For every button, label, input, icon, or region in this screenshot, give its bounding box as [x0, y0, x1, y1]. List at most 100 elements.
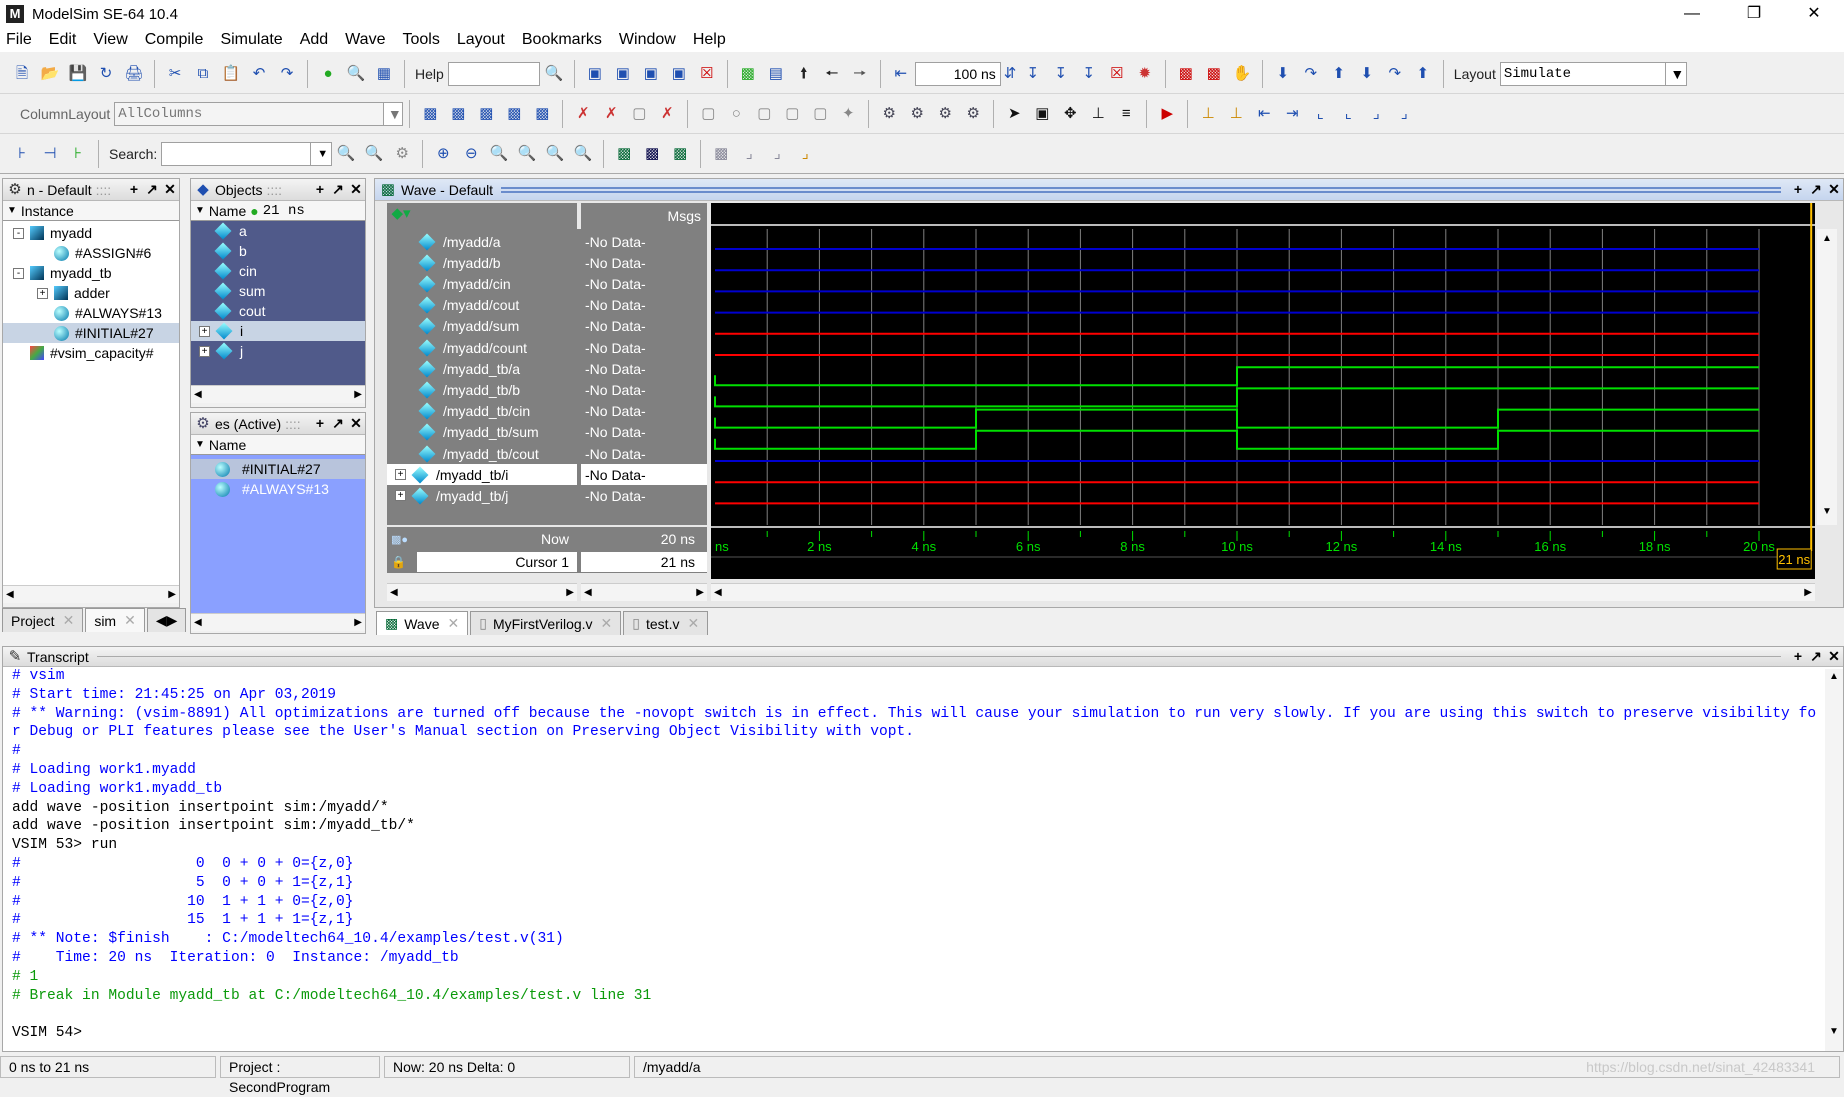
close-panel-icon[interactable]: ✕ — [161, 181, 179, 198]
expand-time-icon[interactable]: ⊦ — [67, 143, 89, 165]
object-item[interactable]: a — [191, 221, 365, 241]
objects-column-header[interactable]: ▼ Name ● 21 ns — [191, 201, 365, 221]
search-dropdown-icon[interactable]: ▼ — [310, 141, 333, 166]
tab-sim[interactable]: sim ✕ — [85, 608, 145, 632]
step-over-cycle-icon[interactable]: ↷ — [1384, 63, 1406, 85]
object-item[interactable]: cout — [191, 301, 365, 321]
tree-item[interactable]: #vsim_capacity# — [3, 343, 179, 363]
hand-icon[interactable]: ✋ — [1231, 63, 1253, 85]
step-over-icon[interactable]: ↷ — [1300, 63, 1322, 85]
copy-icon[interactable]: ⧉ — [192, 63, 214, 85]
prev-edge-icon[interactable]: ⇤ — [1253, 103, 1275, 125]
cursor-label[interactable]: Cursor 1 — [417, 552, 577, 572]
input-filter-icon[interactable]: ▢ — [697, 103, 719, 125]
cut-icon[interactable]: ✂ — [164, 63, 186, 85]
undock-icon[interactable]: ↗ — [1807, 181, 1825, 198]
menu-view[interactable]: View — [93, 31, 127, 49]
next-edge-icon[interactable]: ⇥ — [1281, 103, 1303, 125]
save-icon[interactable]: 💾 — [67, 63, 89, 85]
simulate-icon[interactable]: ▣ — [668, 63, 690, 85]
menu-window[interactable]: Window — [619, 31, 676, 49]
tab-scroll-buttons[interactable]: ◀▶ — [146, 608, 187, 632]
next-falling-icon[interactable]: ⌞ — [1337, 103, 1359, 125]
undo-icon[interactable]: ↶ — [248, 63, 270, 85]
help-input[interactable] — [447, 61, 540, 86]
performance-icon[interactable]: ▩ — [1175, 63, 1197, 85]
expand-icon[interactable]: + — [199, 345, 210, 357]
expand-icon[interactable]: + — [199, 325, 210, 337]
forward-icon[interactable]: 🠖 — [849, 63, 871, 85]
expand-icon[interactable]: + — [395, 490, 406, 502]
tree-item[interactable]: + adder — [3, 283, 179, 303]
tab-test-v[interactable]: ▯ test.v ✕ — [623, 611, 709, 635]
zoom-area-icon[interactable]: 🔍 — [572, 143, 594, 165]
transcript-vscrollbar[interactable]: ▲ ▼ — [1825, 669, 1843, 1051]
close-tab-icon[interactable]: ✕ — [601, 615, 613, 632]
close-tab-icon[interactable]: ✕ — [63, 612, 75, 629]
stretch-icon[interactable]: ≡ — [1115, 103, 1137, 125]
zoom-range-icon[interactable]: 🔍 — [544, 143, 566, 165]
continue-run-icon[interactable]: ↧ — [1050, 63, 1072, 85]
add-icon[interactable]: ● — [317, 63, 339, 85]
cursor-lock-icon[interactable]: 🔒 — [387, 555, 417, 569]
next-rising-icon[interactable]: ⌟ — [1393, 103, 1415, 125]
dock-icon[interactable]: + — [311, 415, 329, 432]
compile-all-icon[interactable]: ▣ — [612, 63, 634, 85]
process-item[interactable]: #ALWAYS#13 — [191, 479, 365, 499]
restore-button[interactable]: ❐ — [1726, 0, 1782, 28]
object-item[interactable]: b — [191, 241, 365, 261]
add-list-icon[interactable]: ▩ — [447, 103, 469, 125]
fall-icon[interactable]: ⌟ — [766, 143, 788, 165]
edge-icon[interactable]: ⌟ — [794, 143, 816, 165]
break-run-icon[interactable]: ☒ — [1106, 63, 1128, 85]
menu-layout[interactable]: Layout — [457, 31, 505, 49]
wave-signal-row[interactable]: /myadd/count -No Data- — [387, 337, 707, 358]
step-env-icon[interactable]: ▩ — [737, 63, 759, 85]
search-input[interactable] — [161, 141, 312, 166]
waveform-canvas[interactable]: ns 2 ns 4 ns 6 ns 8 ns 10 ns 12 ns 14 ns 16 ns 18… — [711, 203, 1815, 579]
menu-add[interactable]: Add — [300, 31, 328, 49]
search-all-icon[interactable]: 🔍 — [363, 143, 385, 165]
redo-icon[interactable]: ↷ — [276, 63, 298, 85]
close-panel-icon[interactable]: ✕ — [347, 415, 365, 432]
close-panel-icon[interactable]: ✕ — [347, 181, 365, 198]
dock-icon[interactable]: + — [1789, 181, 1807, 198]
rise-icon[interactable]: ⌟ — [738, 143, 760, 165]
wave-signal-row[interactable]: /myadd/cout -No Data- — [387, 295, 707, 316]
menu-help[interactable]: Help — [693, 31, 726, 49]
processes-hscrollbar[interactable]: ◀ ▶ — [191, 613, 365, 631]
delete-cursor-icon[interactable]: ⊥ — [1225, 103, 1247, 125]
close-tab-icon[interactable]: ✕ — [124, 612, 136, 629]
hierarchy-icon[interactable]: ▦ — [373, 63, 395, 85]
search-next-icon[interactable]: 🔍 — [335, 143, 357, 165]
objects-hscrollbar[interactable]: ◀ ▶ — [191, 385, 365, 403]
undock-icon[interactable]: ↗ — [143, 181, 161, 198]
gear-icon[interactable]: ⚙ — [962, 103, 984, 125]
step-into-cycle-icon[interactable]: ⬇ — [1356, 63, 1378, 85]
menu-compile[interactable]: Compile — [145, 31, 204, 49]
collapse-icon[interactable]: ⊣ — [39, 143, 61, 165]
edit-mode-icon[interactable]: ⊥ — [1087, 103, 1109, 125]
collapse-icon[interactable]: - — [13, 227, 24, 239]
wave-signal-row[interactable]: /myadd/a -No Data- — [387, 231, 707, 252]
back-icon[interactable]: 🠔 — [821, 63, 843, 85]
menu-wave[interactable]: Wave — [345, 31, 385, 49]
gear-icon[interactable]: ⚙ — [906, 103, 928, 125]
run-length-input[interactable]: 100 ns — [914, 61, 1001, 86]
dock-icon[interactable]: + — [125, 181, 143, 198]
layout-select[interactable]: Simulate — [1499, 61, 1666, 86]
wand-icon[interactable]: ✦ — [837, 103, 859, 125]
inout-filter-icon[interactable]: ▢ — [753, 103, 775, 125]
output-filter-icon[interactable]: ○ — [725, 103, 747, 125]
run-icon[interactable]: ↧ — [1022, 63, 1044, 85]
expand-icon[interactable]: + — [395, 469, 406, 481]
show-wave-icon[interactable]: ▩ — [613, 143, 635, 165]
close-panel-icon[interactable]: ✕ — [1825, 648, 1843, 665]
names-hscrollbar[interactable]: ◀ ▶ — [387, 583, 577, 601]
run-all-icon[interactable]: ↧ — [1078, 63, 1100, 85]
wave-signal-row[interactable]: /myadd_tb/sum -No Data- — [387, 422, 707, 443]
up-icon[interactable]: 🠙 — [793, 63, 815, 85]
menu-edit[interactable]: Edit — [49, 31, 77, 49]
step-out-cycle-icon[interactable]: ⬆ — [1412, 63, 1434, 85]
wave-signal-row[interactable]: /myadd/b -No Data- — [387, 252, 707, 273]
